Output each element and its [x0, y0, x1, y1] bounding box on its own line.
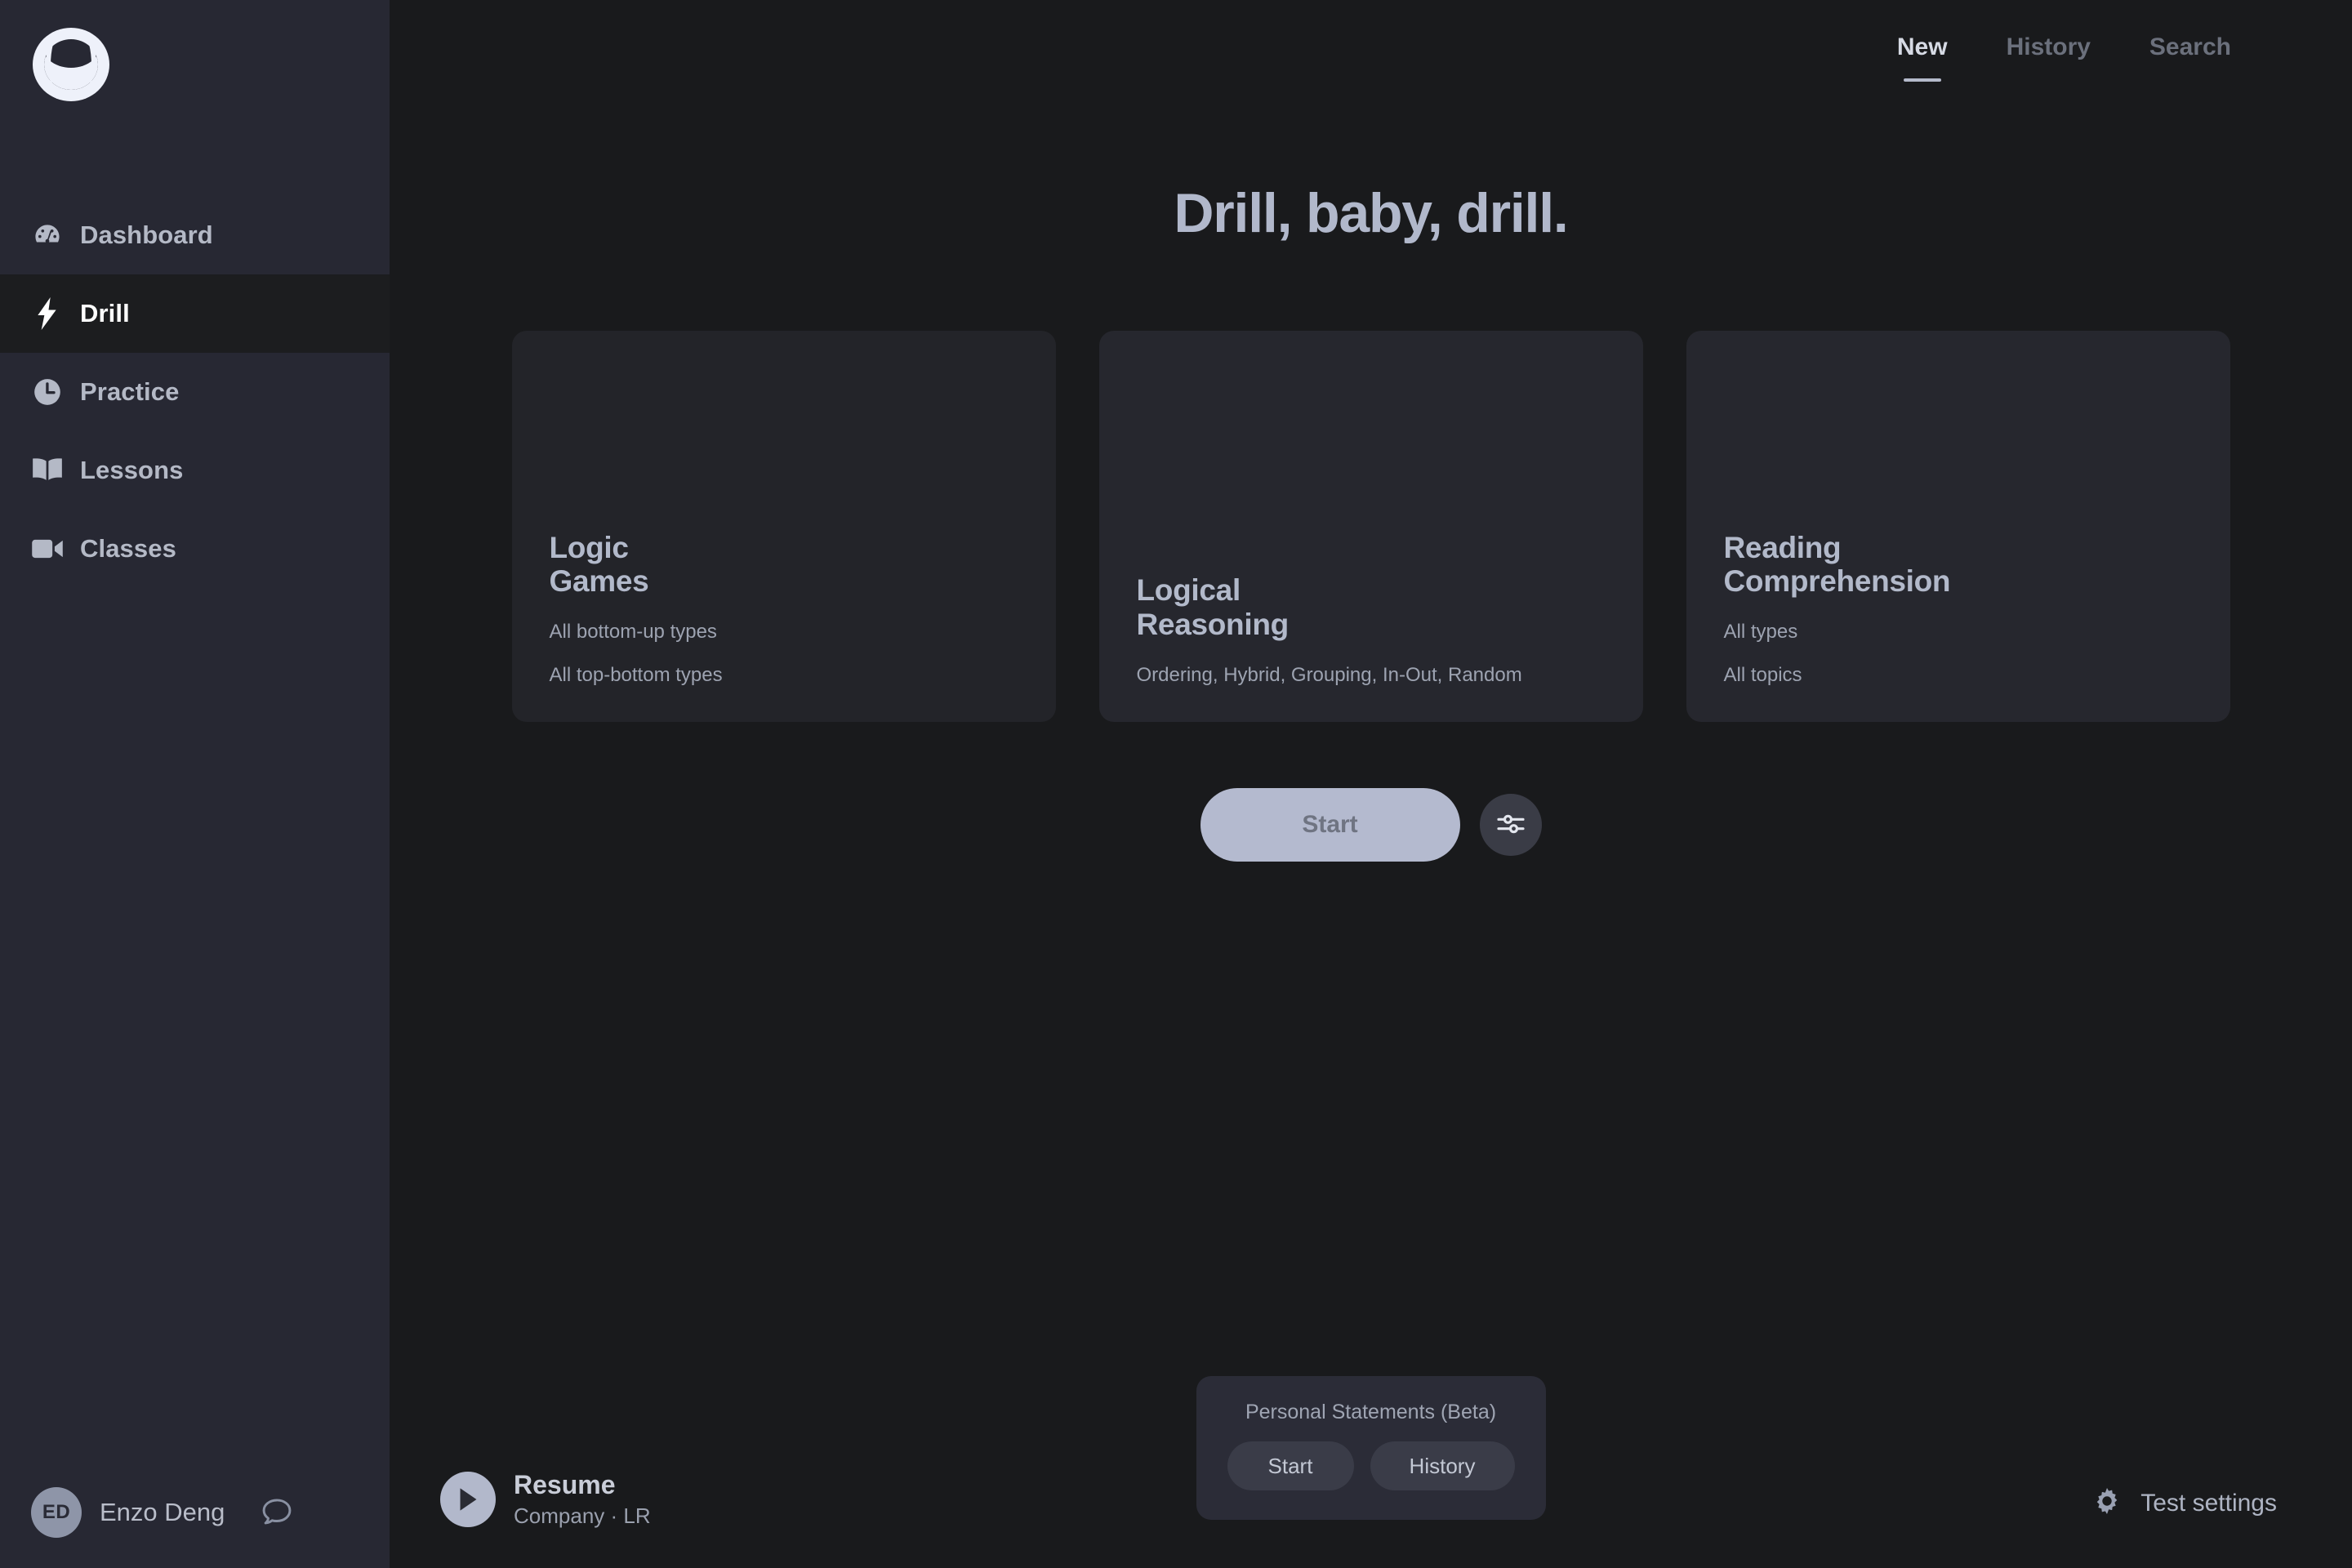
card-body: Logical Reasoning Ordering, Hybrid, Grou… [1137, 573, 1610, 686]
sidebar-item-label: Dashboard [80, 220, 213, 249]
card-subtitle: Ordering, Hybrid, Grouping, In-Out, Rand… [1136, 663, 1522, 686]
chat-bubble-icon[interactable] [254, 1490, 300, 1535]
card-logic-games[interactable]: Logic Games All bottom-up types All top-… [511, 331, 1056, 722]
card-title: Logical Reasoning [1137, 573, 1610, 642]
sidebar: Dashboard Drill Practice Lessons Classes… [0, 0, 390, 1568]
card-logical-reasoning[interactable]: Logical Reasoning Ordering, Hybrid, Grou… [1098, 331, 1643, 722]
resume-title: Resume [514, 1469, 616, 1499]
sidebar-item-practice[interactable]: Practice [0, 353, 390, 431]
card-title-line2: Games [549, 564, 649, 599]
card-subtitle: All top-bottom types [549, 663, 723, 686]
start-action-row: Start [390, 788, 2352, 862]
card-body: Logic Games All bottom-up types All top-… [550, 531, 1023, 686]
tab-label: Search [2149, 33, 2231, 60]
personal-statements-start-button[interactable]: Start [1227, 1441, 1354, 1490]
moon-horns-logo-icon [33, 28, 109, 101]
page-title: Drill, baby, drill. [1174, 182, 1568, 244]
tab-label: New [1896, 33, 1948, 60]
test-settings-label: Test settings [2140, 1489, 2277, 1517]
open-book-icon [29, 452, 65, 488]
app-logo[interactable] [23, 21, 119, 111]
personal-statements-title: Personal Statements (Beta) [1245, 1401, 1497, 1423]
sliders-icon [1494, 808, 1527, 843]
personal-statements-buttons: Start History [1227, 1441, 1515, 1490]
sidebar-item-dashboard[interactable]: Dashboard [0, 196, 390, 274]
sidebar-item-lessons[interactable]: Lessons [0, 431, 390, 510]
card-subtitle: All bottom-up types [549, 621, 717, 644]
tab-history[interactable]: History [1977, 31, 2120, 64]
card-title-line2: Reasoning [1136, 607, 1290, 641]
start-button[interactable]: Start [1200, 788, 1460, 862]
card-title-line1: Reading [1723, 530, 1842, 564]
drill-section-cards: Logic Games All bottom-up types All top-… [390, 331, 2352, 722]
sidebar-item-label: Lessons [80, 456, 184, 484]
video-camera-icon [29, 531, 65, 567]
sidebar-item-label: Practice [80, 377, 180, 406]
filters-button[interactable] [1479, 794, 1542, 856]
sidebar-nav: Dashboard Drill Practice Lessons Classes [0, 196, 390, 588]
card-title: Logic Games [550, 531, 1023, 599]
avatar-initials: ED [42, 1501, 71, 1523]
card-title-line2: Comprehension [1723, 564, 1951, 599]
app-root: Dashboard Drill Practice Lessons Classes… [0, 0, 2352, 1568]
card-title-line1: Logic [549, 530, 629, 564]
top-tab-bar: New History Search [1868, 31, 2261, 64]
resume-subtitle: Company · LR [514, 1503, 651, 1528]
resume-text: Resume Company · LR [514, 1469, 651, 1529]
gauge-icon [29, 217, 65, 253]
resume-bar[interactable]: Resume Company · LR [440, 1469, 651, 1529]
lightning-bolt-icon [29, 296, 65, 332]
sidebar-item-drill[interactable]: Drill [0, 274, 390, 353]
avatar[interactable]: ED [31, 1487, 82, 1538]
card-body: Reading Comprehension All types All topi… [1724, 531, 2198, 686]
play-icon [440, 1472, 496, 1528]
card-title-line1: Logical [1136, 573, 1241, 608]
personal-statements-panel: Personal Statements (Beta) Start History [1196, 1376, 1546, 1520]
main-content: New History Search Drill, baby, drill. L… [390, 0, 2352, 1568]
card-subtitle: All topics [1723, 663, 1802, 686]
sidebar-item-label: Classes [80, 534, 176, 563]
tab-search[interactable]: Search [2120, 31, 2261, 64]
sidebar-footer: ED Enzo Deng [0, 1457, 390, 1568]
sidebar-item-classes[interactable]: Classes [0, 510, 390, 588]
sidebar-item-label: Drill [80, 299, 130, 327]
clock-icon [29, 374, 65, 410]
gear-icon [2091, 1486, 2123, 1521]
user-name: Enzo Deng [100, 1498, 225, 1526]
card-subtitle: All types [1723, 621, 1798, 644]
card-title: Reading Comprehension [1724, 531, 2198, 599]
card-reading-comprehension[interactable]: Reading Comprehension All types All topi… [1686, 331, 2230, 722]
tab-label: History [2006, 33, 2091, 60]
personal-statements-history-button[interactable]: History [1370, 1441, 1515, 1490]
tab-new[interactable]: New [1868, 31, 1977, 64]
test-settings-button[interactable]: Test settings [2091, 1486, 2277, 1521]
